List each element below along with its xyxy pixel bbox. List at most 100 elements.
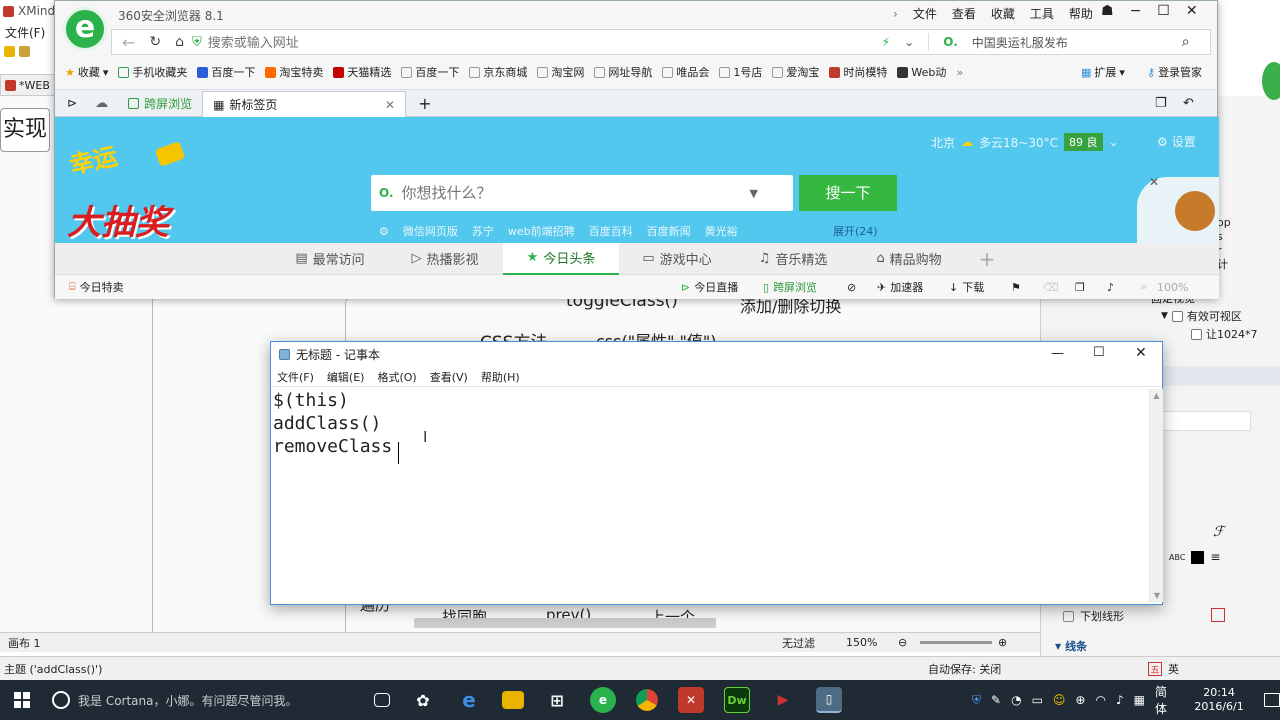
menu-file[interactable]: 文件(F) [277, 369, 314, 385]
menu-view[interactable]: 查看(V) [430, 369, 468, 385]
dreamweaver-icon[interactable]: Dw [724, 687, 750, 713]
underline-row[interactable]: 下划线形 [1063, 608, 1124, 624]
status-download[interactable]: ↓ 下载 [949, 279, 984, 295]
flag-icon[interactable]: ⚑ [1011, 281, 1021, 294]
promo-banner[interactable]: 大抽奖 [67, 195, 169, 244]
chevron-right-icon[interactable]: › [893, 7, 898, 21]
clock[interactable]: 20:14 2016/6/1 [1194, 686, 1243, 714]
compat-icon[interactable]: ⊘ [847, 281, 856, 294]
quick-tab-headlines[interactable]: ★ 今日头条 [503, 242, 619, 275]
bookmark-item[interactable]: 淘宝特卖 [265, 64, 323, 80]
volume-icon[interactable]: ♪ [1116, 693, 1124, 707]
status-zoom[interactable]: 100% [1157, 281, 1188, 294]
status-cross[interactable]: ▯ 跨屏浏览 [763, 279, 817, 295]
bookmark-item[interactable]: 时尚模特 [829, 64, 887, 80]
bookmark-item[interactable]: 1号店 [719, 64, 762, 80]
menu-edit[interactable]: 编辑(E) [327, 369, 365, 385]
lines-section[interactable]: ▼ 线条 [1055, 638, 1087, 654]
status-accel[interactable]: ✈ 加速器 [877, 279, 923, 295]
extensions-button[interactable]: ▦ 扩展 ▾ [1081, 64, 1125, 80]
font-style-icon[interactable]: ℱ [1213, 524, 1224, 540]
emoji-icon[interactable]: ☺ [1053, 693, 1066, 707]
bookmark-item[interactable]: 淘宝网 [537, 64, 584, 80]
maximize-icon[interactable]: ☐ [1093, 345, 1105, 360]
close-icon[interactable]: ✕ [1186, 3, 1198, 19]
status-sale[interactable]: 今日特卖 [76, 279, 124, 295]
autosave-status[interactable]: 自动保存: 关闭 [928, 661, 1001, 677]
menu-help[interactable]: 帮助 [1069, 5, 1093, 22]
restore-icon[interactable]: ❐ [1155, 96, 1167, 111]
quick-tab-video[interactable]: ▷ 热播影视 [387, 249, 503, 268]
xmind-editor-tab[interactable]: *WEB [0, 74, 56, 96]
canvas-hscroll-thumb[interactable] [414, 618, 716, 628]
chat-icon[interactable]: ▭ [1032, 693, 1043, 707]
home-icon[interactable]: ⌂ [175, 34, 184, 50]
zoom-slider[interactable] [920, 641, 992, 644]
tab-cross-screen[interactable]: 跨屏浏览 [118, 90, 202, 116]
bookmark-item[interactable]: 京东商城 [469, 64, 527, 80]
search-button[interactable]: 搜一下 [799, 175, 897, 211]
login-button[interactable]: ⚷ 登录管家 [1147, 64, 1202, 80]
minimize-icon[interactable]: — [1051, 346, 1064, 361]
expand-hot-links[interactable]: 展开(24) [833, 223, 878, 239]
shield-tray-icon[interactable]: ⛨ [972, 693, 981, 708]
hot-link[interactable]: 苏宁 [472, 223, 494, 239]
menu-format[interactable]: 格式(O) [377, 369, 416, 385]
bookmark-item[interactable]: 百度一下 [401, 64, 459, 80]
lightning-icon[interactable]: ⚡ [882, 35, 890, 49]
quick-tab-music[interactable]: ♫ 音乐精选 [735, 249, 851, 268]
chrome-icon[interactable] [636, 689, 658, 711]
task-view-icon[interactable] [374, 693, 390, 707]
hot-link[interactable]: 微信网页版 [403, 223, 458, 239]
tree-item[interactable]: ▼ 有效可视区 [1161, 308, 1242, 324]
notification-icon[interactable] [1263, 693, 1280, 707]
page-search-input[interactable] [401, 184, 742, 202]
refresh-icon[interactable]: ↻ [149, 34, 161, 50]
browser-360-icon[interactable]: e [590, 687, 616, 713]
zoom-level[interactable]: 150% [846, 636, 877, 649]
zoom-in-icon[interactable]: ⊕ [998, 636, 1007, 649]
bookmark-favorites[interactable]: ★ 收藏 ▾ [65, 64, 108, 80]
hot-link[interactable]: web前端招聘 [508, 223, 575, 239]
ime-lang[interactable]: 英 [1168, 661, 1179, 677]
more-bookmarks-icon[interactable]: » [956, 66, 963, 79]
tree-item[interactable]: 让1024*7 [1191, 326, 1258, 342]
undo-icon[interactable]: ↶ [1183, 96, 1194, 111]
bookmark-item[interactable]: 唯品会 [662, 64, 709, 80]
add-quick-tab-icon[interactable]: + [967, 247, 1007, 271]
bookmark-item[interactable]: Web动 [897, 64, 946, 80]
hot-link[interactable]: 百度新闻 [647, 223, 691, 239]
canvas-node-left[interactable]: 实现 [0, 108, 50, 152]
floating-badge[interactable] [1262, 62, 1280, 100]
scroll-up-icon[interactable]: ▲ [1150, 391, 1163, 400]
bookmark-item[interactable]: 手机收藏夹 [118, 64, 187, 80]
ime-mode[interactable]: 简体 [1155, 683, 1176, 717]
close-ad-icon[interactable]: ✕ [1149, 175, 1159, 189]
notepad-text-area[interactable]: $(this) addClass() removeClass [273, 389, 1149, 602]
ime-icon[interactable]: 五 [1148, 661, 1162, 676]
minimize-icon[interactable]: − [1130, 3, 1142, 19]
360-tray-icon[interactable]: ⊕ [1075, 693, 1085, 707]
strikethrough-icon[interactable]: ABC [1169, 553, 1185, 562]
xmind-menu-file[interactable]: 文件(F) [5, 26, 45, 40]
trash-icon[interactable]: ⌫ [1043, 281, 1059, 294]
color-swatch[interactable] [1191, 550, 1205, 564]
zoom-icon[interactable]: ⌕ [1141, 280, 1147, 294]
menu-tools[interactable]: 工具 [1030, 5, 1054, 22]
start-button[interactable] [0, 680, 44, 720]
recorder-icon[interactable]: ▶ [770, 687, 796, 713]
search-box[interactable]: O. ▼ [371, 175, 793, 211]
sidebar-toggle-icon[interactable]: ⊳ [55, 96, 85, 110]
notepad-task-icon[interactable]: ▯ [816, 687, 842, 713]
weather-widget[interactable]: 北京 ☁ 多云18~30°C 89 良 ⌄ [931, 133, 1119, 151]
feather-icon[interactable]: ✎ [991, 693, 1001, 707]
scroll-down-icon[interactable]: ▼ [1150, 591, 1164, 600]
search-input[interactable]: 中国奥运礼服发布 [972, 34, 1168, 51]
close-tab-icon[interactable]: ✕ [385, 98, 395, 112]
search-engine-icon[interactable]: O. [943, 35, 958, 49]
no-line-swatch[interactable] [1211, 608, 1225, 622]
menu-view[interactable]: 查看 [952, 5, 976, 22]
quick-tab-games[interactable]: ▭ 游戏中心 [619, 249, 735, 268]
menu-help[interactable]: 帮助(H) [481, 369, 520, 385]
volume-icon[interactable]: ♪ [1107, 281, 1114, 294]
